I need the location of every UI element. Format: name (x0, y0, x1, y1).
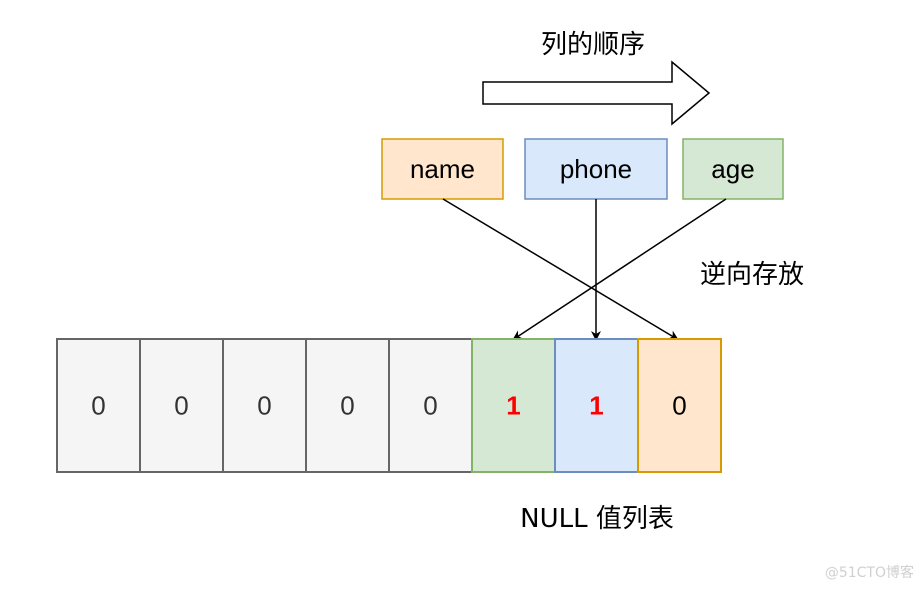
null-bit-cell: 0 (637, 338, 722, 473)
null-bit-cells: 0 0 0 0 0 1 1 0 (56, 338, 722, 473)
null-bit-value: 0 (340, 391, 354, 421)
watermark: @51CTO博客 (825, 564, 914, 581)
null-bit-value: 1 (589, 391, 603, 421)
null-list-label: NULL 值列表 (520, 504, 674, 534)
column-boxes: name phone age (381, 138, 784, 200)
null-bit-cell: 1 (554, 338, 639, 473)
null-bit-value: 0 (257, 391, 271, 421)
null-bit-cell: 0 (388, 338, 473, 473)
column-name-label: name (410, 154, 475, 184)
column-box-age: age (682, 138, 784, 200)
null-bit-value: 0 (423, 391, 437, 421)
column-box-name: name (381, 138, 504, 200)
null-bit-cell: 1 (471, 338, 556, 473)
column-box-phone: phone (524, 138, 668, 200)
null-bit-value: 0 (672, 391, 686, 421)
column-order-title: 列的顺序 (541, 30, 645, 60)
null-bit-cell: 0 (139, 338, 224, 473)
null-bit-value: 0 (174, 391, 188, 421)
null-bit-cell: 0 (56, 338, 141, 473)
null-list-diagram: 列的顺序 name phone age 逆向存放 0 0 0 0 0 1 1 0 NULL 值列表… (56, 30, 914, 581)
connector-name (442, 198, 679, 341)
null-bit-value: 0 (91, 391, 105, 421)
null-bit-value: 1 (506, 391, 520, 421)
column-name-label: age (711, 154, 754, 184)
connectors (442, 198, 727, 341)
column-name-label: phone (560, 154, 632, 184)
null-bit-cell: 0 (222, 338, 307, 473)
order-direction-arrow-icon (482, 60, 711, 126)
reverse-storage-label: 逆向存放 (700, 260, 804, 290)
null-bit-cell: 0 (305, 338, 390, 473)
connector-age (512, 198, 727, 341)
